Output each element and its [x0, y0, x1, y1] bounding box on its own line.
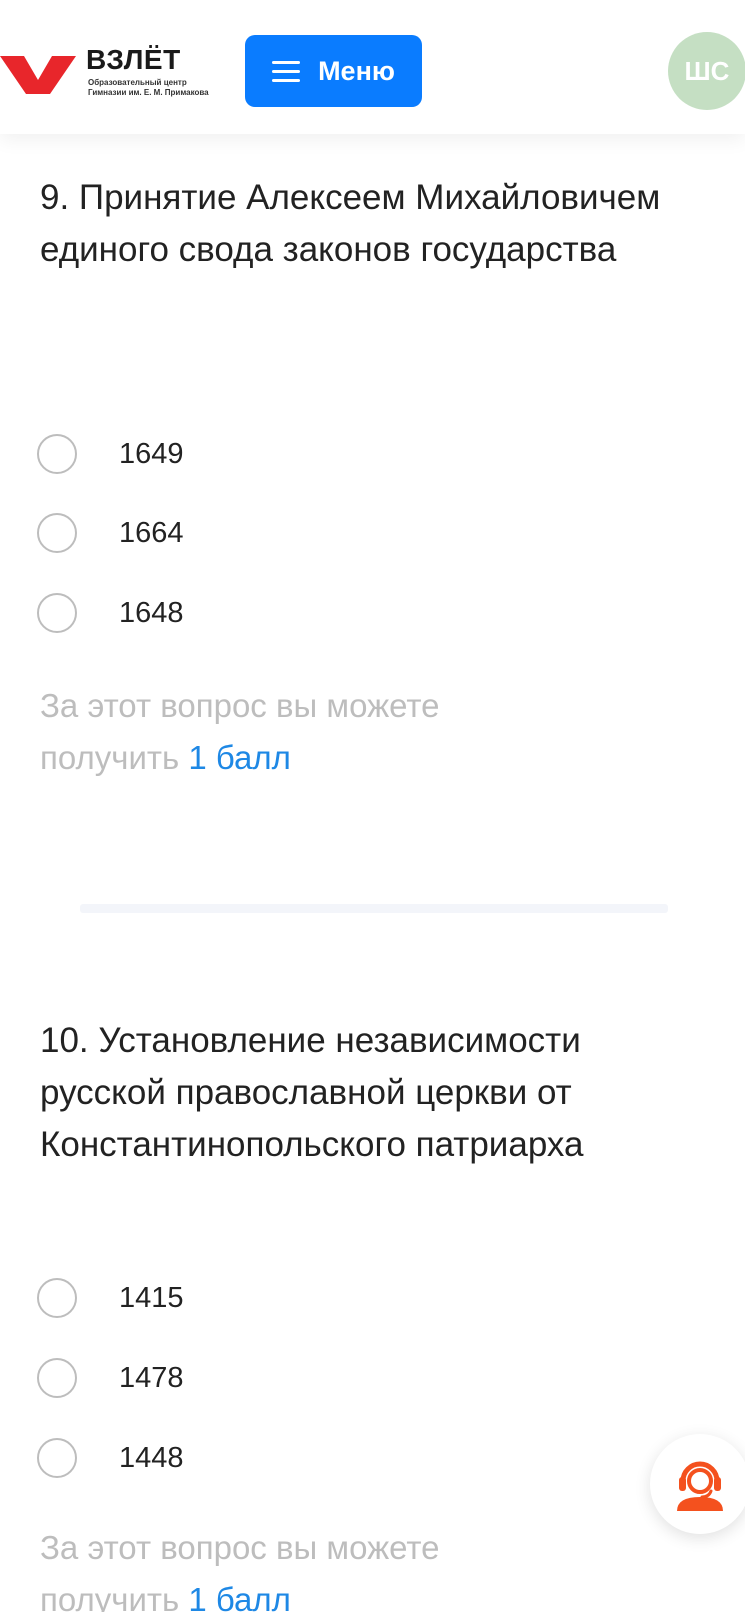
answer-option-label: 1664	[119, 516, 184, 549]
points-value: 1 балл	[188, 1581, 291, 1612]
answer-option[interactable]: 1415	[37, 1276, 437, 1320]
user-avatar[interactable]: ШС	[668, 32, 745, 110]
radio-button[interactable]	[37, 434, 77, 474]
radio-button[interactable]	[37, 593, 77, 633]
answer-option[interactable]: 1448	[37, 1436, 437, 1480]
menu-button-label: Меню	[318, 55, 395, 86]
radio-button[interactable]	[37, 513, 77, 553]
radio-button[interactable]	[37, 1278, 77, 1318]
radio-button[interactable]	[37, 1438, 77, 1478]
top-header: ВЗЛЁТ Образовательный центр Гимназии им.…	[0, 0, 745, 134]
answer-option[interactable]: 1664	[37, 511, 437, 555]
logo-mark-icon	[0, 56, 76, 94]
question-divider	[80, 904, 668, 913]
radio-button[interactable]	[37, 1358, 77, 1398]
quiz-page: ВЗЛЁТ Образовательный центр Гимназии им.…	[0, 0, 745, 1612]
answer-option-label: 1415	[119, 1281, 184, 1314]
logo-subtitle-1: Образовательный центр	[88, 78, 187, 87]
answer-option[interactable]: 1649	[37, 432, 437, 476]
answer-option-label: 1648	[119, 596, 184, 629]
answer-option-label: 1478	[119, 1361, 184, 1394]
hamburger-icon	[272, 61, 301, 82]
headset-support-icon	[677, 1461, 723, 1511]
points-info: За этот вопрос вы можете получить 1 балл	[40, 680, 560, 784]
answer-option-label: 1649	[119, 437, 184, 470]
support-chat-button[interactable]	[650, 1434, 745, 1534]
question-title: 9. Принятие Алексеем Михайловичем единог…	[40, 178, 661, 269]
menu-button[interactable]: Меню	[245, 35, 422, 107]
question-title: 10. Установление независимости русской п…	[40, 1021, 584, 1164]
points-value: 1 балл	[188, 739, 291, 776]
logo-title: ВЗЛЁТ	[86, 44, 181, 75]
logo[interactable]: ВЗЛЁТ Образовательный центр Гимназии им.…	[0, 44, 209, 100]
answer-option[interactable]: 1648	[37, 591, 437, 635]
answer-option-label: 1448	[119, 1441, 184, 1474]
answer-option[interactable]: 1478	[37, 1356, 437, 1400]
points-info: За этот вопрос вы можете получить 1 балл	[40, 1522, 560, 1612]
logo-subtitle-2: Гимназии им. Е. М. Примакова	[88, 88, 209, 97]
